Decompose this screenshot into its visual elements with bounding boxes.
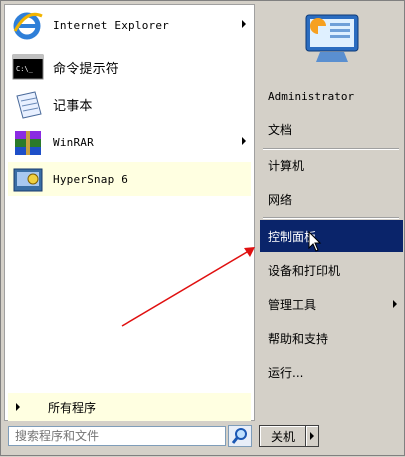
program-hypersnap[interactable]: HyperSnap 6 <box>8 162 251 196</box>
user-name-label: Administrator <box>268 89 355 103</box>
program-label: Internet Explorer <box>53 18 169 32</box>
menu-item-label: 帮助和支持 <box>268 331 329 346</box>
search-input[interactable] <box>9 429 225 443</box>
cmd-icon-text: C:\_ <box>16 65 34 73</box>
user-picture-icon[interactable] <box>300 12 364 68</box>
right-panel: Administrator 文档 计算机 网络 控制面板 设备和打印机 管理工具… <box>257 4 403 419</box>
shutdown-label: 关机 <box>270 429 295 444</box>
program-internet-explorer[interactable]: Internet Explorer <box>8 8 251 42</box>
winrar-icon <box>11 126 45 158</box>
submenu-arrow-icon <box>242 20 246 28</box>
all-programs-arrow-icon <box>16 403 20 411</box>
menu-item-computer[interactable]: 计算机 <box>260 149 403 181</box>
menu-item-label: 文档 <box>268 122 293 137</box>
shutdown-options-button[interactable] <box>305 425 319 447</box>
menu-item-label: 网络 <box>268 192 293 207</box>
program-notepad[interactable]: 记事本 <box>8 87 251 121</box>
ie-icon <box>11 9 45 41</box>
all-programs-button[interactable]: 所有程序 <box>8 393 251 421</box>
hypersnap-icon <box>11 163 45 195</box>
user-name-administrator[interactable]: Administrator <box>260 80 403 112</box>
menu-item-label: 管理工具 <box>268 297 317 312</box>
menu-item-label: 计算机 <box>268 158 305 173</box>
submenu-arrow-icon <box>393 300 397 308</box>
notepad-icon <box>11 88 45 120</box>
divider <box>263 218 399 219</box>
search-button[interactable] <box>228 425 252 447</box>
menu-item-help-support[interactable]: 帮助和支持 <box>260 322 403 354</box>
menu-item-devices-printers[interactable]: 设备和打印机 <box>260 254 403 286</box>
menu-item-control-panel[interactable]: 控制面板 <box>260 220 403 252</box>
search-icon <box>231 428 247 444</box>
menu-item-label: 设备和打印机 <box>268 263 341 278</box>
menu-item-network[interactable]: 网络 <box>260 183 403 215</box>
submenu-arrow-icon <box>242 137 246 145</box>
search-field[interactable] <box>8 426 226 446</box>
mouse-cursor-icon <box>308 231 322 252</box>
shutdown-button[interactable]: 关机 <box>259 425 307 447</box>
menu-item-run[interactable]: 运行... <box>260 356 403 388</box>
cmd-icon: C:\_ <box>11 51 45 83</box>
program-label: 记事本 <box>53 98 93 114</box>
menu-item-admin-tools[interactable]: 管理工具 <box>260 288 403 320</box>
menu-item-label: 运行... <box>268 365 304 380</box>
program-label: WinRAR <box>53 135 94 149</box>
pinned-programs-panel: Internet Explorer C:\_ 命令提示符 记事本 WinRAR … <box>4 4 255 421</box>
program-winrar[interactable]: WinRAR <box>8 125 251 159</box>
all-programs-label: 所有程序 <box>48 400 97 415</box>
program-label: HyperSnap 6 <box>53 172 129 186</box>
menu-item-documents[interactable]: 文档 <box>260 113 403 145</box>
program-cmd[interactable]: C:\_ 命令提示符 <box>8 50 251 84</box>
start-menu: Internet Explorer C:\_ 命令提示符 记事本 WinRAR … <box>0 0 405 456</box>
program-label: 命令提示符 <box>53 61 120 77</box>
